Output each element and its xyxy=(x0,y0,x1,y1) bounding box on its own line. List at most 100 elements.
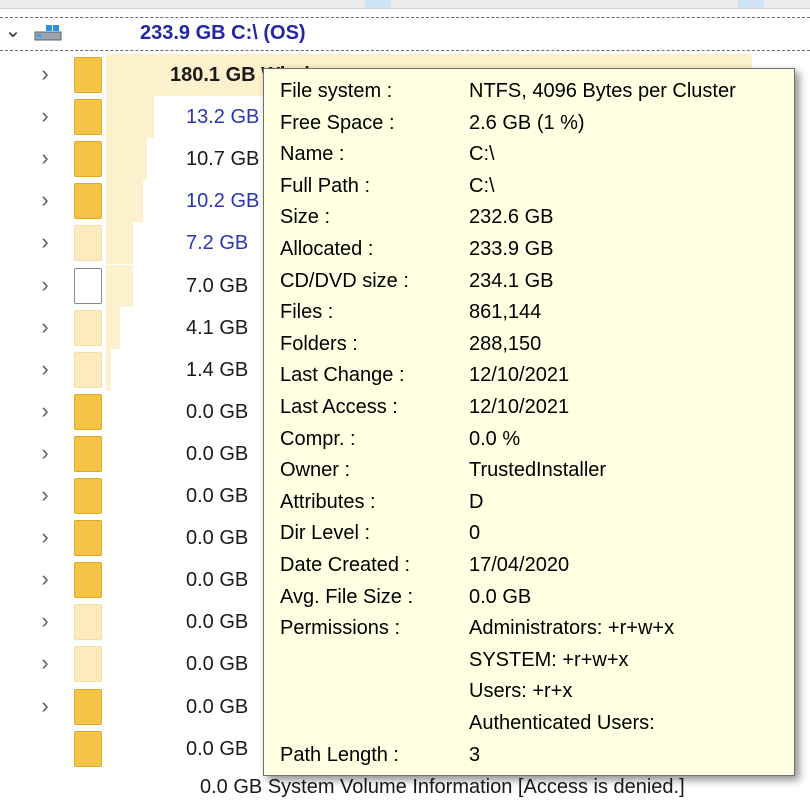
tooltip-label: Name : xyxy=(280,143,345,166)
tooltip-label: Path Length : xyxy=(280,743,399,766)
tooltip-value: 12/10/2021 xyxy=(469,396,570,418)
chevron-right-icon[interactable]: › xyxy=(34,231,56,253)
size-bar xyxy=(106,306,120,349)
tooltip-row: Permissions : Administrators: +r+w+x xyxy=(264,614,794,645)
chevron-right-icon[interactable]: › xyxy=(34,568,56,590)
tooltip-row: Full Path : C:\ xyxy=(264,172,794,203)
chevron-right-icon[interactable]: › xyxy=(34,63,56,85)
tooltip-label: Files : xyxy=(280,301,334,324)
folder-icon xyxy=(74,393,102,430)
tooltip-label: Permissions : xyxy=(280,617,401,640)
tree-root-row[interactable]: ⌄ 233.9 GB C:\ (OS) xyxy=(0,17,810,51)
row-size: 7.0 GB xyxy=(186,274,249,297)
tooltip-value: SYSTEM: +r+w+x xyxy=(469,648,629,671)
drive-icon xyxy=(34,25,62,41)
row-size: 0.0 GB xyxy=(186,442,249,465)
chevron-right-icon[interactable]: › xyxy=(34,610,56,632)
tooltip-row: Compr. : 0.0 % xyxy=(264,425,794,456)
size-bar xyxy=(106,180,144,223)
tooltip-value: 0.0 GB xyxy=(469,585,532,608)
tooltip-row: Last Change : 12/10/2021 xyxy=(264,361,794,392)
row-size: 10.2 GB xyxy=(186,190,260,213)
folder-icon xyxy=(74,57,102,93)
tooltip-row: Users: +r+x xyxy=(264,677,794,708)
tooltip-value: Users: +r+x xyxy=(469,680,573,703)
header-highlight xyxy=(365,0,391,8)
tooltip-label: Owner : xyxy=(280,459,351,482)
tooltip-value: NTFS, 4096 Bytes per Cluster xyxy=(469,80,736,102)
row-size: 4.1 GB xyxy=(186,316,249,339)
chevron-right-icon[interactable]: › xyxy=(34,652,56,674)
folder-icon xyxy=(74,225,102,262)
folder-icon xyxy=(74,351,102,388)
tooltip-label: Folders : xyxy=(280,332,358,355)
tooltip-row: Dir Level : 0 xyxy=(264,519,794,550)
tooltip-value: Authenticated Users: xyxy=(469,712,655,734)
tooltip-row: Authenticated Users: xyxy=(264,709,794,740)
folder-icon xyxy=(74,99,102,136)
tooltip-label: Full Path : xyxy=(280,174,371,197)
folder-icon xyxy=(74,435,102,472)
row-size: 13.2 GB xyxy=(186,106,260,129)
tooltip-value: 234.1 GB xyxy=(469,269,554,292)
tooltip-label: CD/DVD size : xyxy=(280,269,409,292)
header-highlight xyxy=(738,0,764,8)
row-size: 0.0 GB xyxy=(186,400,249,423)
file-icon xyxy=(74,267,102,304)
tooltip-label: Allocated : xyxy=(280,238,374,260)
folder-icon xyxy=(74,478,102,514)
folder-icon xyxy=(74,688,102,725)
folder-icon xyxy=(74,141,102,178)
chevron-right-icon[interactable]: › xyxy=(34,441,56,464)
size-bar xyxy=(106,222,134,265)
chevron-right-icon[interactable]: › xyxy=(34,147,56,169)
tooltip-value: C:\ xyxy=(469,143,495,166)
tooltip-label: Size : xyxy=(280,206,331,229)
tooltip-value: 233.9 GB xyxy=(469,238,554,260)
tooltip-label: Free Space : xyxy=(280,111,395,134)
tooltip-label: Avg. File Size : xyxy=(280,585,414,608)
row-size: 1.4 GB xyxy=(186,358,249,381)
chevron-right-icon[interactable]: › xyxy=(34,694,56,717)
row-size: 10.7 GB xyxy=(186,148,260,171)
tooltip-value: D xyxy=(469,490,484,513)
chevron-right-icon[interactable]: › xyxy=(34,105,56,127)
size-bar xyxy=(106,264,134,307)
tooltip-label: Attributes : xyxy=(280,490,376,513)
tooltip-row: Free Space : 2.6 GB (1 %) xyxy=(264,109,794,140)
folder-icon xyxy=(74,646,102,683)
chevron-right-icon[interactable]: › xyxy=(34,189,56,211)
chevron-right-icon[interactable]: › xyxy=(34,484,56,506)
row-size: 0.0 GB xyxy=(186,527,249,550)
tooltip-label: File system : xyxy=(280,80,393,102)
chevron-right-icon[interactable]: › xyxy=(34,315,56,338)
tooltip-value: 232.6 GB xyxy=(469,206,554,229)
tooltip-row: Allocated : 233.9 GB xyxy=(264,235,794,266)
chevron-right-icon[interactable]: › xyxy=(34,273,56,296)
tooltip-value: TrustedInstaller xyxy=(469,459,607,482)
tooltip-value: 861,144 xyxy=(469,301,542,324)
tooltip-label: Date Created : xyxy=(280,554,411,576)
chevron-down-icon[interactable]: ⌄ xyxy=(2,20,24,42)
chevron-right-icon[interactable]: › xyxy=(34,357,56,380)
bottom-row-text: 0.0 GB System Volume Information [Access… xyxy=(200,776,685,798)
tooltip-value: 12/10/2021 xyxy=(469,364,570,387)
folder-icon xyxy=(74,604,102,641)
row-size: 0.0 GB xyxy=(186,737,249,760)
tooltip-row: Path Length : 3 xyxy=(264,741,794,772)
row-size: 0.0 GB xyxy=(186,695,249,718)
chevron-right-icon[interactable]: › xyxy=(34,399,56,422)
tooltip-value: 0.0 % xyxy=(469,427,521,450)
tooltip-row: File system : NTFS, 4096 Bytes per Cluste… xyxy=(264,77,794,108)
tooltip-row: Last Access : 12/10/2021 xyxy=(264,393,794,424)
row-size: 0.0 GB xyxy=(186,653,249,676)
folder-icon xyxy=(74,730,102,767)
properties-tooltip: File system : NTFS, 4096 Bytes per Cluste… xyxy=(263,68,795,776)
size-bar xyxy=(106,348,112,391)
folder-icon xyxy=(74,183,102,220)
chevron-right-icon[interactable]: › xyxy=(34,526,56,548)
folder-icon xyxy=(74,520,102,557)
tooltip-row: Avg. File Size : 0.0 GB xyxy=(264,583,794,614)
tooltip-row: Owner : TrustedInstaller xyxy=(264,456,794,487)
tooltip-label: Dir Level : xyxy=(280,522,371,545)
